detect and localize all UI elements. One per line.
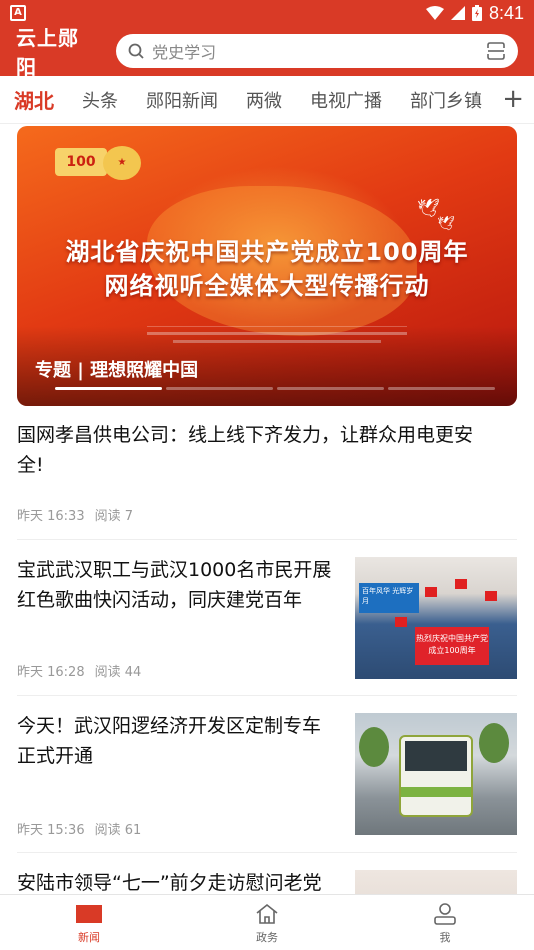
news-thumbnail (355, 870, 517, 894)
person-icon (434, 903, 456, 925)
news-title: 今天！武汉阳逻经济开发区定制专车正式开通 (17, 715, 322, 767)
nav-news-label: 新闻 (78, 931, 100, 944)
wifi-icon (425, 6, 444, 20)
search-box[interactable]: 党史学习 (116, 34, 518, 68)
news-reads: 阅读 7 (94, 509, 134, 524)
banner-caption: 专题 | 理想照耀中国 (35, 360, 199, 381)
nav-me-label: 我 (439, 931, 451, 944)
tab-tv-radio[interactable]: 电视广播 (296, 87, 396, 113)
add-tab-icon[interactable]: + (502, 84, 524, 114)
tab-toutiao[interactable]: 头条 (68, 87, 132, 113)
nav-government-label: 政务 (256, 931, 278, 944)
nav-government[interactable]: 政务 (178, 895, 356, 950)
banner-headline-2: 网络视听全媒体大型传播行动 (104, 272, 430, 300)
news-meta: 昨天 16:33 阅读 7 (17, 505, 133, 524)
nav-news[interactable]: 新闻 (0, 895, 178, 950)
app-notification-icon: A (10, 5, 26, 21)
thumbnail-sign: 百年风华 光辉岁月 (359, 583, 419, 613)
news-time: 昨天 16:33 (17, 509, 85, 524)
category-tabs: 湖北 头条 郧阳新闻 两微 电视广播 部门乡镇 + (0, 76, 534, 124)
news-thumbnail (355, 713, 517, 835)
flag-icon (455, 579, 467, 589)
divider (17, 695, 517, 696)
divider (17, 539, 517, 540)
tree-shape (479, 723, 509, 763)
news-time: 昨天 16:28 (17, 665, 85, 680)
app-header: 云上郧阳 党史学习 (0, 26, 534, 79)
news-icon (76, 905, 102, 923)
nav-me[interactable]: 我 (356, 895, 534, 950)
flag-icon (395, 617, 407, 627)
app-title: 云上郧阳 (16, 26, 79, 79)
news-meta: 昨天 15:36 阅读 61 (17, 819, 141, 838)
news-meta: 昨天 16:28 阅读 44 (17, 661, 141, 680)
tab-departments[interactable]: 部门乡镇 (396, 87, 496, 113)
flag-icon (485, 591, 497, 601)
tab-hubei[interactable]: 湖北 (0, 85, 68, 114)
scan-icon[interactable] (486, 41, 506, 61)
home-icon (256, 903, 278, 924)
carousel-dot (55, 387, 162, 390)
carousel-dot (277, 387, 384, 390)
news-title: 宝武武汉职工与武汉1000名市民开展红色歌曲快闪活动，同庆建党百年 (17, 559, 332, 611)
battery-icon (471, 5, 482, 21)
news-reads: 阅读 61 (94, 823, 142, 838)
news-title: 国网孝昌供电公司：线上线下齐发力，让群众用电更安全! (17, 424, 474, 476)
bottom-navigation: 新闻 政务 我 (0, 894, 534, 950)
carousel-dot (166, 387, 273, 390)
divider (17, 852, 517, 853)
search-placeholder: 党史学习 (152, 43, 217, 62)
news-item[interactable]: 国网孝昌供电公司：线上线下齐发力，让群众用电更安全! 昨天 16:33 阅读 7 (17, 420, 517, 530)
news-title: 安陆市领导“七一”前夕走访慰问老党 (17, 872, 322, 894)
bus-image (399, 735, 473, 817)
news-item[interactable]: 宝武武汉职工与武汉1000名市民开展红色歌曲快闪活动，同庆建党百年 昨天 16:… (17, 555, 517, 685)
carousel-indicator (55, 387, 495, 390)
tab-liangwei[interactable]: 两微 (232, 87, 296, 113)
tab-yunyang-news[interactable]: 郧阳新闻 (132, 87, 232, 113)
party-100-logo: 100 (55, 148, 107, 176)
news-item[interactable]: 安陆市领导“七一”前夕走访慰问老党 (17, 868, 517, 894)
carousel-dot (388, 387, 495, 390)
anniversary-emblem-icon: ★ (103, 146, 141, 180)
flag-icon (425, 587, 437, 597)
tree-shape (359, 727, 389, 767)
dove-icon: 🕊 (437, 216, 455, 232)
news-thumbnail: 百年风华 光辉岁月 热烈庆祝中国共产党成立100周年 (355, 557, 517, 679)
news-item[interactable]: 今天！武汉阳逻经济开发区定制专车正式开通 昨天 15:36 阅读 61 (17, 711, 517, 841)
search-icon (128, 43, 144, 59)
featured-banner[interactable]: 100 ★ 🕊 🕊 湖北省庆祝中国共产党成立100周年 网络视听全媒体大型传播行… (17, 126, 517, 406)
status-time: 8:41 (488, 2, 524, 23)
news-reads: 阅读 44 (94, 665, 142, 680)
signal-icon (450, 6, 465, 20)
thumbnail-banner-sign: 热烈庆祝中国共产党成立100周年 (415, 627, 489, 665)
news-time: 昨天 15:36 (17, 823, 85, 838)
banner-headline-1: 湖北省庆祝中国共产党成立100周年 (65, 238, 469, 266)
status-icons: 8:41 (425, 2, 524, 24)
